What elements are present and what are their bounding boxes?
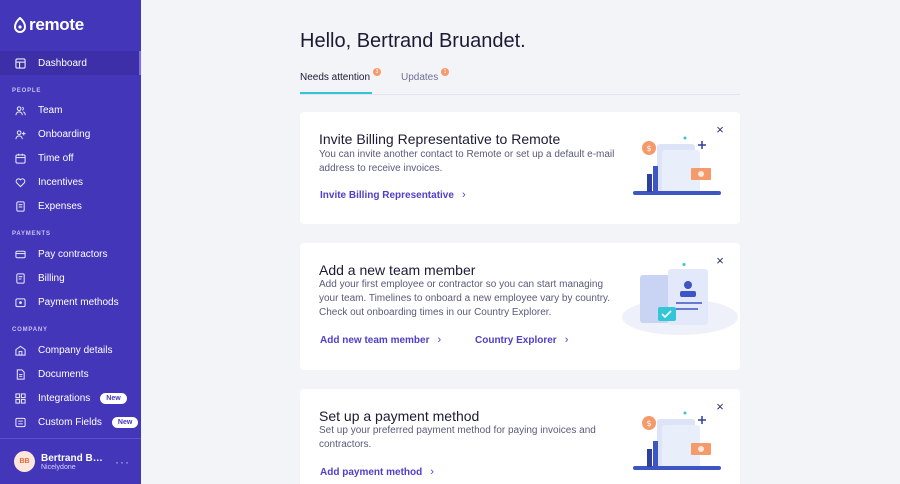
wallet-icon <box>14 296 26 308</box>
sidebar-item-label: Time off <box>38 152 74 164</box>
user-name: Bertrand Bruandet <box>41 452 105 464</box>
user-org: Nicelydone <box>41 463 76 471</box>
section-label-company: COMPANY <box>12 327 48 333</box>
invoice-illustration: $ <box>633 136 721 195</box>
tab-label: Updates <box>401 72 439 83</box>
card-payment-method: Set up a payment method Set up your pref… <box>300 389 740 484</box>
calendar-icon <box>14 152 26 164</box>
card-description-line: You can invite another contact to Remote… <box>319 149 615 160</box>
sidebar-item-label: Pay contractors <box>38 248 108 260</box>
card-description: Set up your preferred payment method for… <box>319 424 596 452</box>
team-member-illustration <box>622 263 738 335</box>
sidebar-item-label: Team <box>38 104 63 116</box>
building-icon <box>14 344 26 356</box>
heart-icon <box>14 176 26 188</box>
remote-logo-icon <box>14 17 26 33</box>
sidebar-item-label: Documents <box>38 368 89 380</box>
card-title: Set up a payment method <box>319 408 480 424</box>
list-icon <box>14 416 26 428</box>
add-payment-method-link[interactable]: Add payment method › <box>320 466 434 478</box>
document-icon <box>14 272 26 284</box>
card-description-line: Add your first employee or contractor so… <box>319 279 604 290</box>
link-label: Add new team member <box>320 334 430 346</box>
file-icon <box>14 368 26 380</box>
link-label: Invite Billing Representative <box>320 189 454 201</box>
sidebar-item-label: Onboarding <box>38 128 91 140</box>
country-explorer-link[interactable]: Country Explorer › <box>475 334 568 346</box>
card-description-line: Check out onboarding times in our Countr… <box>319 307 552 318</box>
sidebar-item-custom-fields[interactable]: Custom Fields New <box>0 410 141 434</box>
card-title: Add a new team member <box>319 262 476 278</box>
section-label-people: PEOPLE <box>12 88 42 94</box>
tab-needs-attention[interactable]: Needs attention 3 <box>300 68 381 94</box>
link-label: Add payment method <box>320 466 423 478</box>
tab-updates[interactable]: Updates 1 <box>401 68 449 94</box>
sidebar: remote Dashboard PEOPLE Team Onboarding … <box>0 0 141 484</box>
card-title: Invite Billing Representative to Remote <box>319 131 561 147</box>
card-description-line: address to receive invoices. <box>319 163 443 174</box>
sidebar-item-label: Custom Fields <box>38 416 102 428</box>
card-description-line: Set up your preferred payment method for… <box>319 425 596 436</box>
avatar: BB <box>14 451 35 472</box>
team-icon <box>14 104 26 116</box>
sidebar-item-label: Company details <box>38 344 113 356</box>
sidebar-item-label: Dashboard <box>38 57 87 69</box>
card-icon <box>14 248 26 260</box>
sidebar-item-integrations[interactable]: Integrations New <box>0 386 141 410</box>
user-profile[interactable]: BB Bertrand Bruandet Nicelydone ··· <box>0 438 141 484</box>
svg-text:$: $ <box>646 144 651 153</box>
sidebar-item-incentives[interactable]: Incentives <box>0 170 141 194</box>
card-description-line: contractors. <box>319 439 372 450</box>
chevron-right-icon: › <box>461 189 466 201</box>
card-invite-billing: Invite Billing Representative to Remote … <box>300 112 740 224</box>
chevron-right-icon: › <box>564 334 569 346</box>
chevron-right-icon: › <box>430 466 434 478</box>
sidebar-item-payment-methods[interactable]: Payment methods <box>0 290 141 314</box>
remote-logo[interactable]: remote <box>14 15 84 35</box>
add-team-member-link[interactable]: Add new team member › <box>320 334 441 346</box>
sidebar-item-dashboard[interactable]: Dashboard <box>0 51 141 75</box>
dashboard-icon <box>14 57 26 69</box>
sidebar-item-label: Billing <box>38 272 65 284</box>
card-add-team-member: Add a new team member Add your first emp… <box>300 243 740 370</box>
more-options-icon[interactable]: ··· <box>115 455 130 469</box>
section-label-payments: PAYMENTS <box>12 231 51 237</box>
link-label: Country Explorer <box>475 334 557 346</box>
sidebar-item-label: Payment methods <box>38 296 119 308</box>
sidebar-item-time-off[interactable]: Time off <box>0 146 141 170</box>
card-description-line: your team. Timelines to onboard a new em… <box>319 293 611 304</box>
sidebar-item-label: Expenses <box>38 200 82 212</box>
sidebar-item-pay-contractors[interactable]: Pay contractors <box>0 242 141 266</box>
sidebar-item-onboarding[interactable]: Onboarding <box>0 122 141 146</box>
sidebar-item-label: Integrations <box>38 392 91 404</box>
sidebar-item-documents[interactable]: Documents <box>0 362 141 386</box>
user-plus-icon <box>14 128 26 140</box>
grid-icon <box>14 392 26 404</box>
page-title: Hello, Bertrand Bruandet. <box>300 30 526 52</box>
logo-text: remote <box>29 15 84 34</box>
tab-label: Needs attention <box>300 72 371 83</box>
chevron-right-icon: › <box>437 334 442 346</box>
invite-billing-link[interactable]: Invite Billing Representative › <box>320 189 466 201</box>
sidebar-item-company-details[interactable]: Company details <box>0 338 141 362</box>
new-badge: New <box>100 392 127 404</box>
tabs: Needs attention 3 Updates 1 <box>300 68 740 95</box>
count-badge: 3 <box>373 68 381 76</box>
sidebar-item-billing[interactable]: Billing <box>0 266 141 290</box>
svg-text:$: $ <box>646 419 651 428</box>
count-badge: 1 <box>441 68 449 76</box>
receipt-icon <box>14 200 26 212</box>
payment-illustration: $ <box>633 411 721 470</box>
sidebar-item-label: Incentives <box>38 176 84 188</box>
sidebar-item-expenses[interactable]: Expenses <box>0 194 141 218</box>
card-description: Add your first employee or contractor so… <box>319 278 610 320</box>
sidebar-item-team[interactable]: Team <box>0 98 141 122</box>
card-description: You can invite another contact to Remote… <box>319 148 614 176</box>
new-badge: New <box>111 416 139 428</box>
